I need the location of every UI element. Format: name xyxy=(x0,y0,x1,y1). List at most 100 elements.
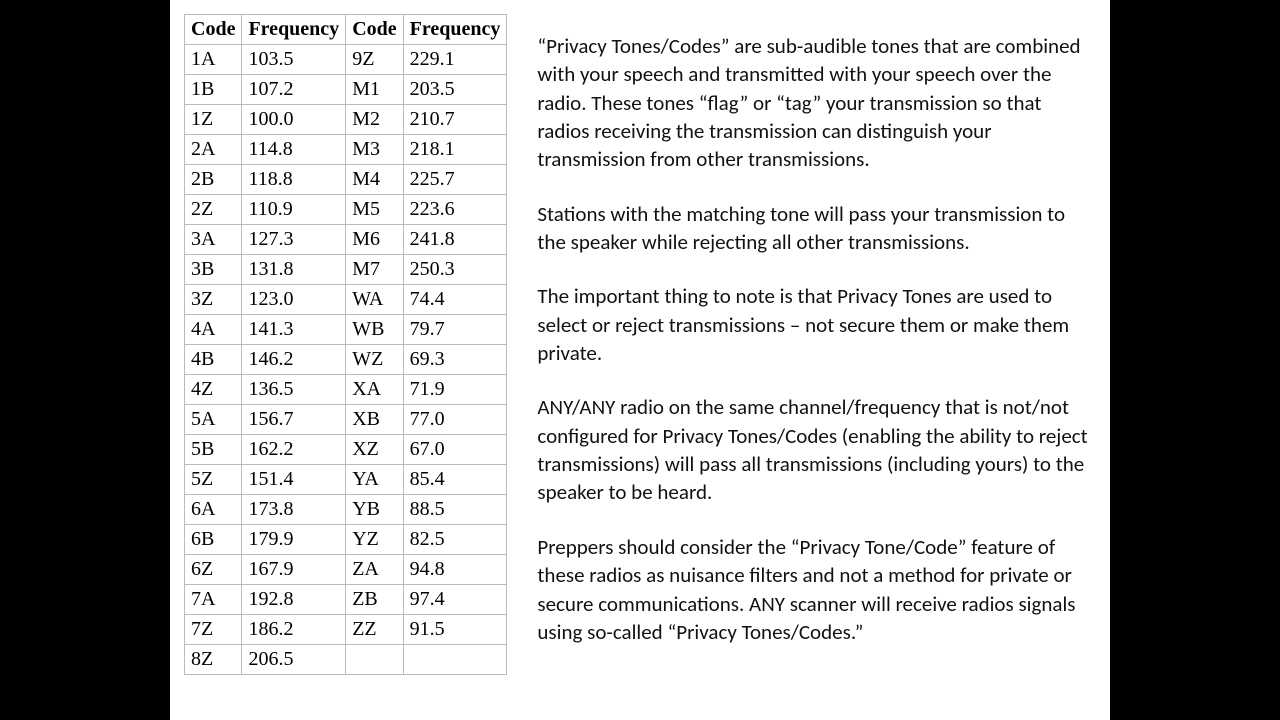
table-row: 3B131.8M7250.3 xyxy=(185,255,507,285)
cell-frequency: 167.9 xyxy=(242,555,346,585)
paragraph: Stations with the matching tone will pas… xyxy=(537,200,1088,257)
table-row: 3Z123.0WA74.4 xyxy=(185,285,507,315)
table-row: 4A141.3WB79.7 xyxy=(185,315,507,345)
cell-code: WA xyxy=(346,285,403,315)
cell-code: M3 xyxy=(346,135,403,165)
cell-code: 1Z xyxy=(185,105,242,135)
header-code-1: Code xyxy=(185,15,242,45)
table-row: 4Z136.5XA71.9 xyxy=(185,375,507,405)
paragraph: ANY/ANY radio on the same channel/freque… xyxy=(537,393,1088,506)
table-row: 1A103.59Z229.1 xyxy=(185,45,507,75)
table-row: 1B107.2M1203.5 xyxy=(185,75,507,105)
table-row: 8Z206.5 xyxy=(185,645,507,675)
cell-code: YB xyxy=(346,495,403,525)
paragraph: The important thing to note is that Priv… xyxy=(537,282,1088,367)
cell-code: YA xyxy=(346,465,403,495)
cell-code: ZA xyxy=(346,555,403,585)
cell-code: 3Z xyxy=(185,285,242,315)
cell-code: ZZ xyxy=(346,615,403,645)
cell-code: M1 xyxy=(346,75,403,105)
cell-frequency: 114.8 xyxy=(242,135,346,165)
header-frequency-1: Frequency xyxy=(242,15,346,45)
cell-code: 2B xyxy=(185,165,242,195)
cell-code: 7Z xyxy=(185,615,242,645)
cell-frequency xyxy=(403,645,507,675)
cell-frequency: 186.2 xyxy=(242,615,346,645)
cell-code: 4Z xyxy=(185,375,242,405)
cell-code: 9Z xyxy=(346,45,403,75)
cell-frequency: 67.0 xyxy=(403,435,507,465)
cell-code: 4A xyxy=(185,315,242,345)
cell-frequency: 146.2 xyxy=(242,345,346,375)
cell-frequency: 131.8 xyxy=(242,255,346,285)
table-row: 3A127.3M6241.8 xyxy=(185,225,507,255)
cell-frequency: 85.4 xyxy=(403,465,507,495)
cell-frequency: 241.8 xyxy=(403,225,507,255)
table-row: 6B179.9YZ82.5 xyxy=(185,525,507,555)
cell-frequency: 141.3 xyxy=(242,315,346,345)
cell-frequency: 218.1 xyxy=(403,135,507,165)
privacy-tone-table: Code Frequency Code Frequency 1A103.59Z2… xyxy=(184,14,507,675)
cell-frequency: 173.8 xyxy=(242,495,346,525)
header-code-2: Code xyxy=(346,15,403,45)
cell-code: 7A xyxy=(185,585,242,615)
cell-code: WZ xyxy=(346,345,403,375)
cell-frequency: 110.9 xyxy=(242,195,346,225)
cell-code: XA xyxy=(346,375,403,405)
cell-frequency: 210.7 xyxy=(403,105,507,135)
cell-code: M7 xyxy=(346,255,403,285)
text-content: “Privacy Tones/Codes” are sub-audible to… xyxy=(537,14,1088,706)
cell-code: 2A xyxy=(185,135,242,165)
cell-frequency: 97.4 xyxy=(403,585,507,615)
cell-frequency: 136.5 xyxy=(242,375,346,405)
cell-frequency: 179.9 xyxy=(242,525,346,555)
cell-code: 5A xyxy=(185,405,242,435)
cell-code: 5Z xyxy=(185,465,242,495)
cell-frequency: 100.0 xyxy=(242,105,346,135)
cell-code: 6Z xyxy=(185,555,242,585)
cell-code: XZ xyxy=(346,435,403,465)
cell-code: ZB xyxy=(346,585,403,615)
cell-frequency: 71.9 xyxy=(403,375,507,405)
cell-frequency: 223.6 xyxy=(403,195,507,225)
cell-code: 8Z xyxy=(185,645,242,675)
cell-frequency: 82.5 xyxy=(403,525,507,555)
cell-code: M6 xyxy=(346,225,403,255)
header-frequency-2: Frequency xyxy=(403,15,507,45)
table-row: 6A173.8YB88.5 xyxy=(185,495,507,525)
cell-frequency: 107.2 xyxy=(242,75,346,105)
table-row: 4B146.2WZ69.3 xyxy=(185,345,507,375)
document-page: Code Frequency Code Frequency 1A103.59Z2… xyxy=(170,0,1110,720)
table-row: 2Z110.9M5223.6 xyxy=(185,195,507,225)
cell-frequency: 88.5 xyxy=(403,495,507,525)
cell-frequency: 69.3 xyxy=(403,345,507,375)
table-row: 5A156.7XB77.0 xyxy=(185,405,507,435)
cell-code: 4B xyxy=(185,345,242,375)
cell-frequency: 94.8 xyxy=(403,555,507,585)
cell-code: YZ xyxy=(346,525,403,555)
cell-code: 3A xyxy=(185,225,242,255)
cell-frequency: 151.4 xyxy=(242,465,346,495)
cell-code: M2 xyxy=(346,105,403,135)
cell-code: M4 xyxy=(346,165,403,195)
table-row: 2B118.8M4225.7 xyxy=(185,165,507,195)
cell-frequency: 77.0 xyxy=(403,405,507,435)
cell-frequency: 79.7 xyxy=(403,315,507,345)
cell-frequency: 206.5 xyxy=(242,645,346,675)
cell-code: M5 xyxy=(346,195,403,225)
cell-code: 6B xyxy=(185,525,242,555)
cell-frequency: 203.5 xyxy=(403,75,507,105)
cell-code: 3B xyxy=(185,255,242,285)
cell-code: 2Z xyxy=(185,195,242,225)
table-row: 5Z151.4YA85.4 xyxy=(185,465,507,495)
cell-frequency: 91.5 xyxy=(403,615,507,645)
cell-frequency: 229.1 xyxy=(403,45,507,75)
cell-code: WB xyxy=(346,315,403,345)
cell-code: 1A xyxy=(185,45,242,75)
cell-frequency: 156.7 xyxy=(242,405,346,435)
table-row: 5B162.2XZ67.0 xyxy=(185,435,507,465)
cell-frequency: 127.3 xyxy=(242,225,346,255)
cell-frequency: 162.2 xyxy=(242,435,346,465)
cell-code: 5B xyxy=(185,435,242,465)
cell-frequency: 103.5 xyxy=(242,45,346,75)
